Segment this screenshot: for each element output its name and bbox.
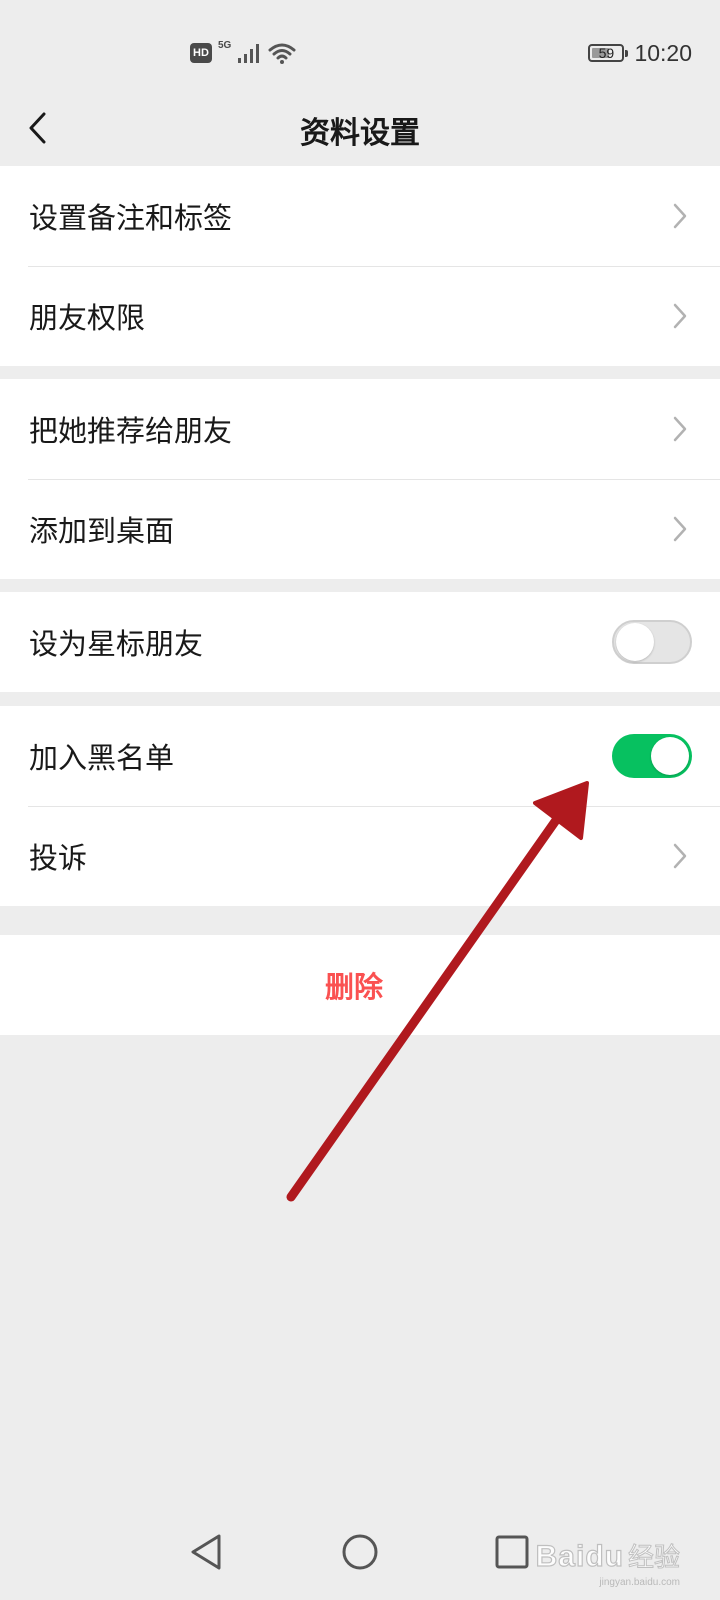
status-right: 59 10:20 [588,36,692,70]
star-friend-toggle[interactable] [612,620,692,664]
row-label: 设为星标朋友 [29,627,204,661]
settings-group-4: 加入黑名单 投诉 [0,706,720,906]
wifi-icon [268,43,296,64]
delete-button[interactable]: 删除 [0,935,720,1035]
row-complain[interactable]: 投诉 [0,806,720,906]
chevron-right-icon [670,415,690,443]
settings-group-2: 把她推荐给朋友 添加到桌面 [0,379,720,579]
row-add-to-desktop[interactable]: 添加到桌面 [0,479,720,579]
square-recents-icon [495,1535,529,1569]
chevron-right-icon [670,842,690,870]
status-bar: HD 5G 59 10:20 [0,0,720,100]
nav-back-button[interactable] [184,1530,228,1574]
toggle-knob [651,737,689,775]
row-label: 朋友权限 [29,301,146,335]
header: 资料设置 [0,90,720,166]
circle-home-icon [342,1534,378,1570]
row-friend-permissions[interactable]: 朋友权限 [0,266,720,366]
delete-label: 删除 [324,970,383,1004]
row-add-to-blacklist: 加入黑名单 [0,706,720,806]
row-set-remark-and-tags[interactable]: 设置备注和标签 [0,166,720,266]
network-type: 5G [218,40,232,51]
toggle-knob [616,623,654,661]
page-title: 资料设置 [300,116,420,151]
watermark-domain: jingyan.baidu.com [599,1577,680,1588]
row-label: 把她推荐给朋友 [29,414,233,448]
row-label: 加入黑名单 [29,741,175,775]
blacklist-toggle[interactable] [612,734,692,778]
watermark-logo: Baidu [535,1539,624,1573]
row-recommend-to-friend[interactable]: 把她推荐给朋友 [0,379,720,479]
row-label: 投诉 [29,841,88,875]
settings-group-3: 设为星标朋友 [0,592,720,692]
battery-level: 59 [598,45,615,61]
hd-badge: HD [190,43,212,63]
chevron-right-icon [670,302,690,330]
nav-recents-button[interactable] [490,1530,534,1574]
clock: 10:20 [634,39,692,66]
battery-icon: 59 [588,44,629,62]
delete-group: 删除 [0,935,720,1035]
status-indicators: HD 5G [190,38,297,68]
settings-group-1: 设置备注和标签 朋友权限 [0,166,720,366]
signal-icon [238,44,260,63]
row-label: 添加到桌面 [29,514,175,548]
battery-tip [625,50,629,57]
chevron-right-icon [670,202,690,230]
row-star-friend: 设为星标朋友 [0,592,720,692]
chevron-right-icon [670,515,690,543]
nav-home-button[interactable] [338,1530,382,1574]
triangle-back-icon [191,1534,221,1570]
system-nav-bar: Baidu 经验 jingyan.baidu.com [0,1500,720,1600]
watermark-brand: 经验 [627,1543,680,1574]
row-label: 设置备注和标签 [29,201,233,235]
baidu-jingyan-watermark: Baidu 经验 jingyan.baidu.com [535,1537,680,1588]
